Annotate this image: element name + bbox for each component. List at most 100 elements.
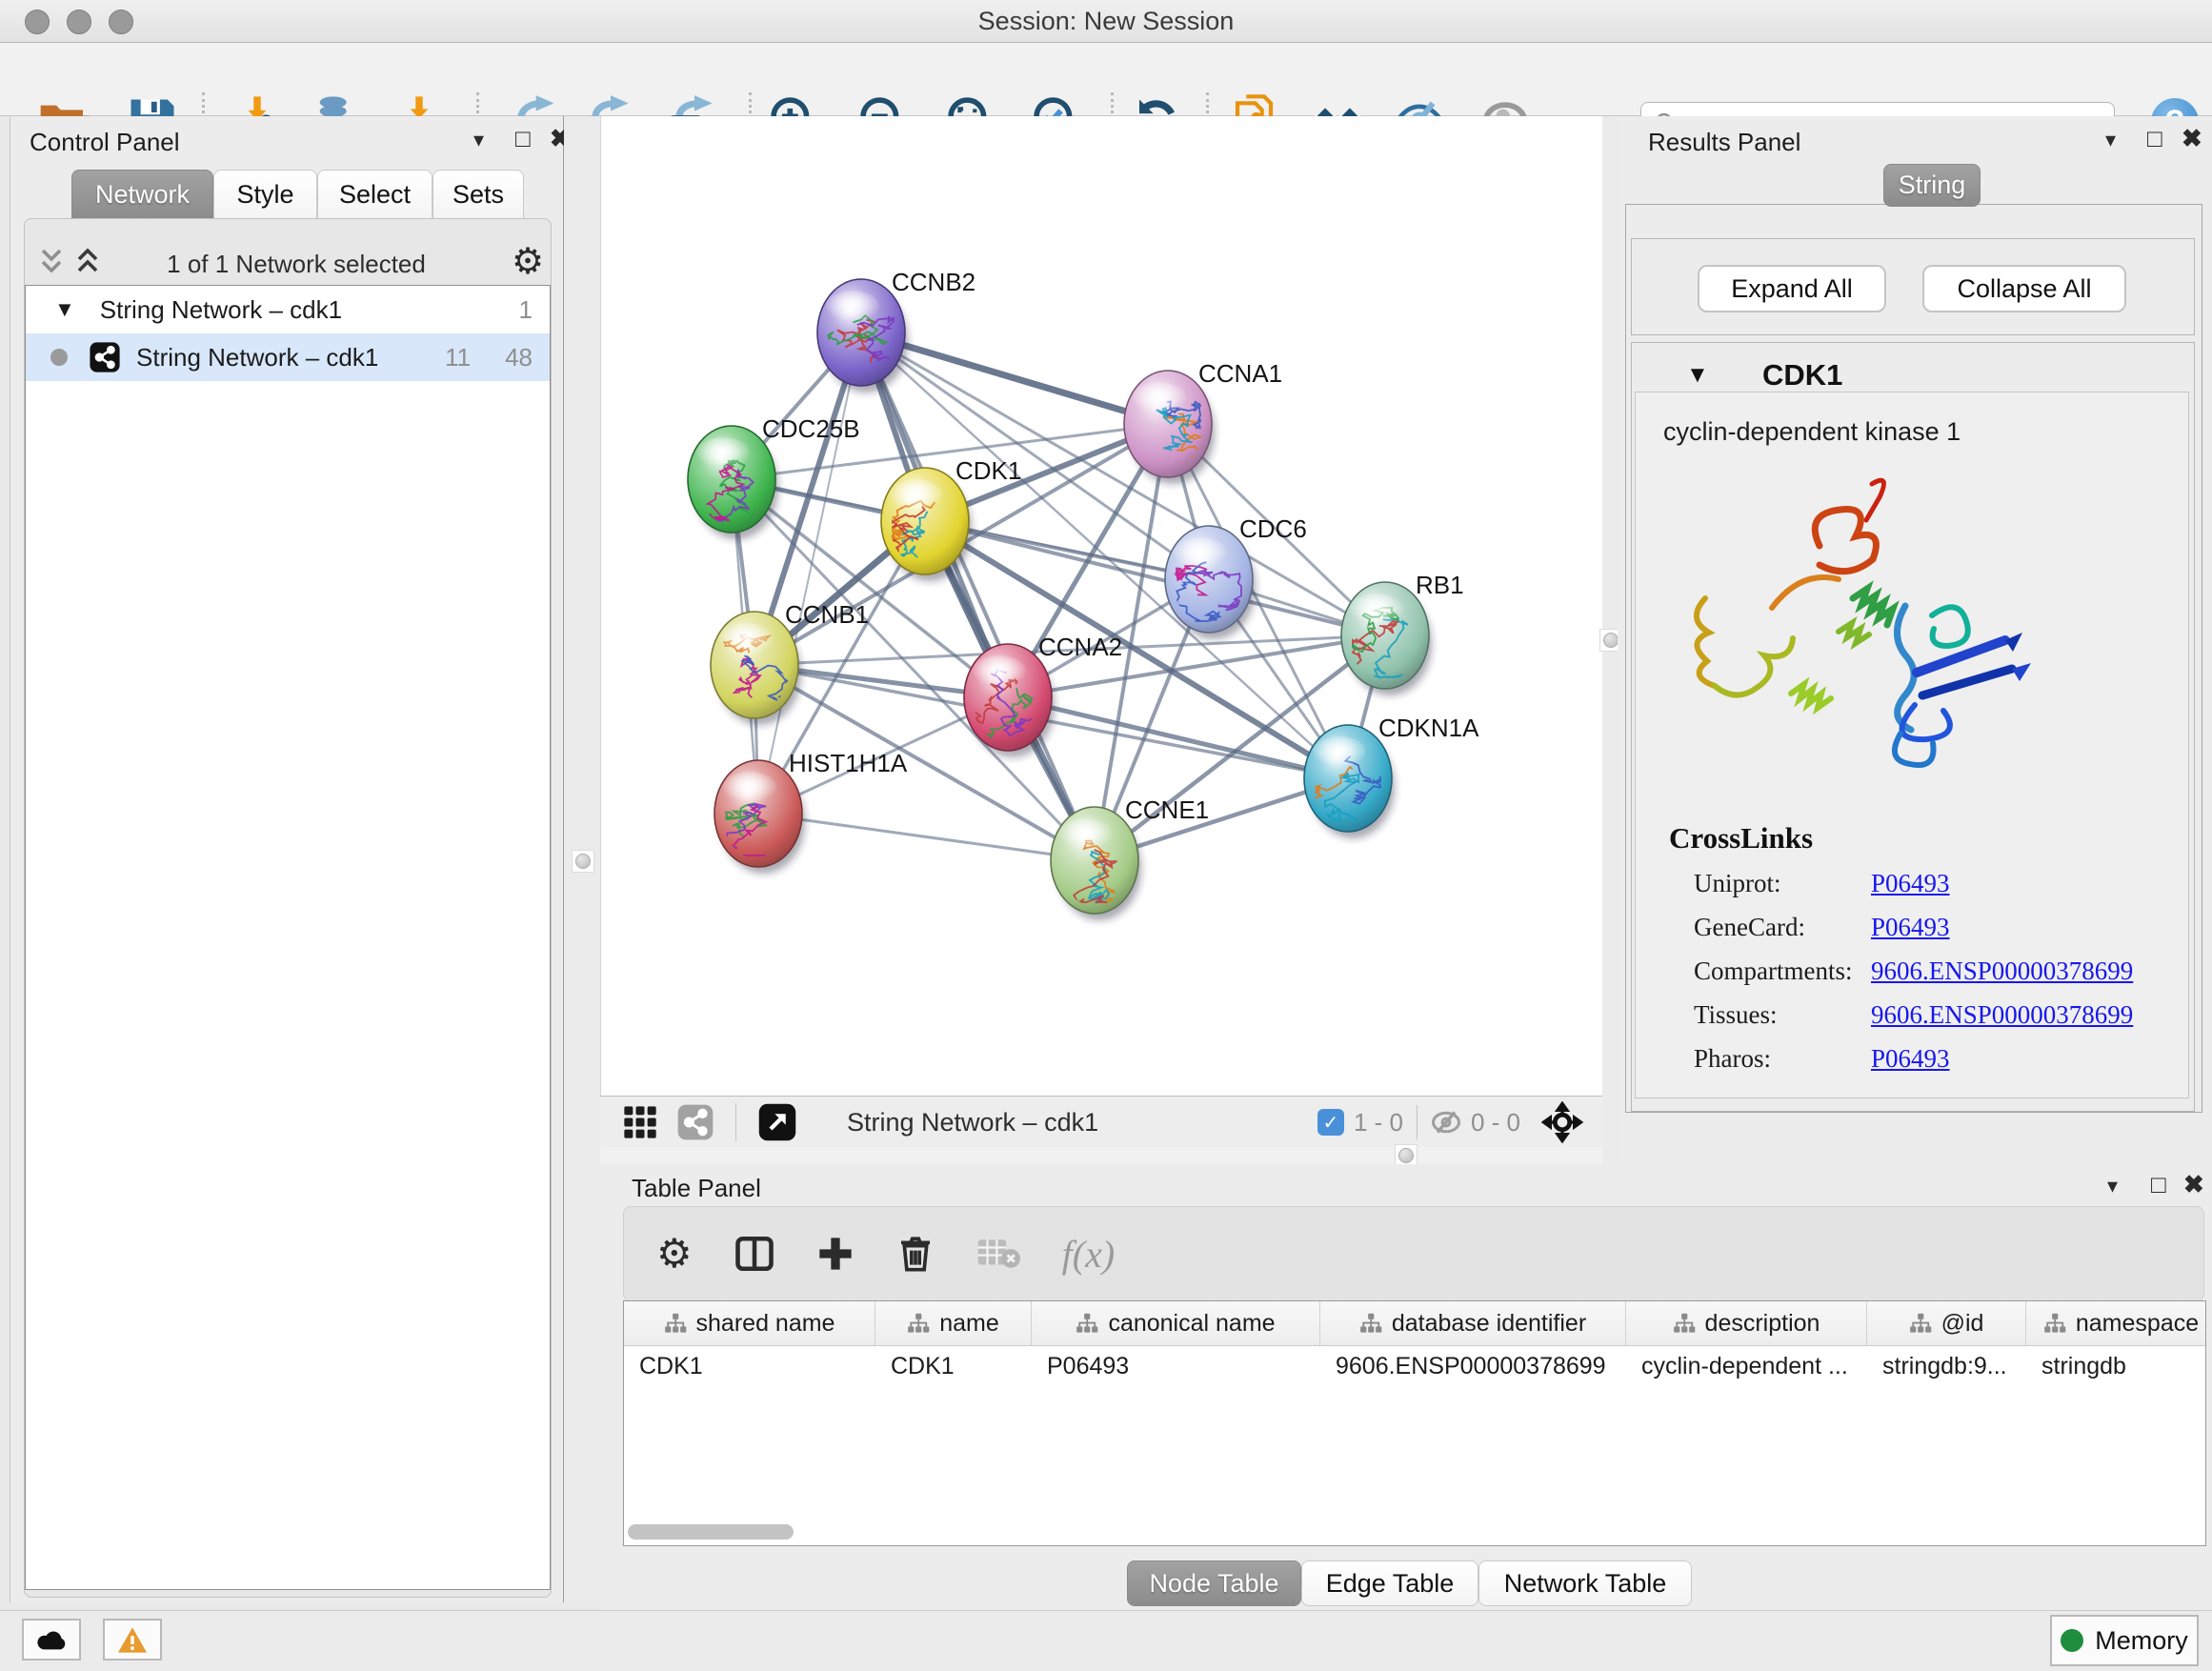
- crosslink-row: Compartments:9606.ENSP00000378699: [1694, 949, 2170, 993]
- control-panel-float-button[interactable]: ▾: [473, 130, 484, 151]
- splitter-grabber[interactable]: [572, 850, 594, 873]
- tab-sets[interactable]: Sets: [432, 170, 524, 219]
- crosslink-value-link[interactable]: P06493: [1871, 1044, 1950, 1074]
- tab-style[interactable]: Style: [213, 170, 317, 219]
- node-CCNA1[interactable]: CCNA1: [1124, 359, 1282, 484]
- table-panel-close-button[interactable]: ✖: [2183, 1172, 2204, 1197]
- horizontal-scrollbar[interactable]: [628, 1524, 794, 1540]
- crosslink-value-link[interactable]: 9606.ENSP00000378699: [1871, 1000, 2133, 1030]
- column-header-sharedname[interactable]: shared name: [624, 1301, 875, 1345]
- open-in-browser-button[interactable]: [757, 1102, 797, 1142]
- crosslink-row: Tissues:9606.ENSP00000378699: [1694, 993, 2170, 1037]
- column-header-canonicalname[interactable]: canonical name: [1032, 1301, 1320, 1345]
- delete-column-button[interactable]: [896, 1235, 935, 1273]
- expand-all-button[interactable]: Expand All: [1698, 265, 1886, 312]
- main-toolbar: ?: [0, 43, 2212, 116]
- crosslink-value-link[interactable]: P06493: [1871, 869, 1950, 898]
- collapse-all-networks-button[interactable]: [37, 246, 66, 283]
- node-CDK1[interactable]: CDK1: [881, 456, 1021, 581]
- network-tree-row-selected[interactable]: String Network – cdk1 11 48: [26, 333, 550, 381]
- crosslinks-heading: CrossLinks: [1669, 821, 1813, 856]
- warnings-button[interactable]: [103, 1619, 162, 1661]
- delete-table-button[interactable]: [976, 1236, 1020, 1272]
- table-panel-float-button[interactable]: ▾: [2107, 1176, 2118, 1197]
- status-bar: Memory: [0, 1610, 2212, 1671]
- network-view-toolbar: String Network – cdk1 ✓ 1 - 0 0 - 0: [600, 1096, 1602, 1149]
- collapse-all-button[interactable]: Collapse All: [1922, 265, 2126, 312]
- crosslink-value-link[interactable]: P06493: [1871, 913, 1950, 942]
- edge-CCNA2-CDKN1A[interactable]: [1008, 697, 1348, 778]
- show-columns-button[interactable]: [734, 1234, 774, 1274]
- control-panel-undock-button[interactable]: □: [515, 126, 531, 151]
- column-header-description[interactable]: description: [1626, 1301, 1867, 1345]
- left-panel-splitter[interactable]: [564, 116, 600, 1602]
- tab-network[interactable]: Network: [71, 170, 213, 219]
- node-CCNA2[interactable]: CCNA2: [964, 633, 1122, 757]
- column-header-label: canonical name: [1108, 1310, 1275, 1338]
- crosslink-label: Compartments:: [1694, 956, 1871, 986]
- table-cell: cyclin-dependent ...: [1626, 1346, 1867, 1386]
- node-HIST1H1A[interactable]: HIST1H1A: [714, 749, 908, 874]
- network-options-gear-button[interactable]: ⚙: [512, 240, 544, 283]
- birds-eye-view-button[interactable]: [621, 1103, 659, 1141]
- tab-edge-table[interactable]: Edge Table: [1301, 1560, 1478, 1606]
- title-bar: Session: New Session: [0, 0, 2212, 43]
- edge-CCNB2-CCNE1[interactable]: [861, 332, 1095, 860]
- tab-string[interactable]: String: [1883, 164, 1981, 207]
- node-label-RB1: RB1: [1416, 571, 1464, 599]
- network-view-title: String Network – cdk1: [847, 1108, 1317, 1137]
- horizontal-splitter[interactable]: [600, 1147, 1602, 1164]
- edge-HIST1H1A-CCNE1[interactable]: [758, 814, 1095, 860]
- tab-node-table[interactable]: Node Table: [1127, 1560, 1301, 1606]
- results-panel-float-button[interactable]: ▾: [2105, 130, 2116, 151]
- tree-expander-icon[interactable]: ▼: [54, 297, 75, 322]
- tab-select[interactable]: Select: [317, 170, 432, 219]
- node-CCNE1[interactable]: CCNE1: [1051, 795, 1209, 920]
- table-settings-gear-button[interactable]: ⚙: [656, 1234, 693, 1274]
- function-builder-button[interactable]: f(x): [1062, 1232, 1116, 1277]
- edge-CDK1-RB1[interactable]: [925, 521, 1385, 635]
- node-label-CCNA1: CCNA1: [1198, 359, 1282, 388]
- crosslink-row: Uniprot:P06493: [1694, 861, 2170, 905]
- expand-all-networks-button[interactable]: [73, 246, 102, 283]
- results-panel: Results Panel ▾ □ ✖ String Expand All Co…: [1618, 116, 2212, 1164]
- cloud-status-button[interactable]: [22, 1619, 81, 1661]
- edge-CCNB2-HIST1H1A[interactable]: [758, 332, 861, 814]
- node-label-CDC6: CDC6: [1239, 514, 1307, 543]
- tab-network-table[interactable]: Network Table: [1478, 1560, 1692, 1606]
- hidden-eye-slash-icon: [1429, 1105, 1463, 1139]
- right-panel-splitter[interactable]: [1602, 116, 1618, 1164]
- results-panel-undock-button[interactable]: □: [2147, 126, 2162, 151]
- column-header-label: database identifier: [1392, 1310, 1586, 1338]
- selected-checkbox-icon[interactable]: ✓: [1317, 1109, 1344, 1136]
- column-header-id[interactable]: @id: [1867, 1301, 2026, 1345]
- node-label-HIST1H1A: HIST1H1A: [789, 749, 908, 777]
- node-CCNB2[interactable]: CCNB2: [817, 268, 975, 393]
- results-panel-close-button[interactable]: ✖: [2182, 126, 2202, 151]
- protein-name: CDK1: [1762, 358, 1842, 393]
- node-CDC25B[interactable]: CDC25B: [688, 414, 860, 539]
- crosslink-label: GeneCard:: [1694, 913, 1871, 942]
- cloud-icon: [35, 1628, 68, 1651]
- network-tree-root-row[interactable]: ▼ String Network – cdk1 1: [26, 286, 550, 333]
- memory-status-button[interactable]: Memory: [2050, 1615, 2199, 1666]
- table-panel-undock-button[interactable]: □: [2151, 1172, 2166, 1197]
- add-column-button[interactable]: [816, 1235, 855, 1273]
- column-header-label: namespace: [2076, 1310, 2199, 1338]
- string-style-button[interactable]: [676, 1103, 714, 1141]
- pan-crosshair-button[interactable]: [1541, 1101, 1583, 1143]
- column-header-name[interactable]: name: [875, 1301, 1032, 1345]
- column-header-databaseidentifier[interactable]: database identifier: [1320, 1301, 1626, 1345]
- warning-icon: [118, 1627, 147, 1653]
- table-cell: CDK1: [624, 1346, 875, 1386]
- node-CDKN1A[interactable]: CDKN1A: [1304, 714, 1479, 838]
- crosslink-value-link[interactable]: 9606.ENSP00000378699: [1871, 956, 2133, 986]
- memory-label: Memory: [2095, 1626, 2188, 1656]
- protein-section-expander-icon[interactable]: ▼: [1686, 362, 1709, 389]
- column-header-namespace[interactable]: namespace: [2026, 1301, 2206, 1345]
- network-view-canvas[interactable]: CCNB2CCNA1CDC25BCDK1CDC6RB1CCNB1CCNA2CDK…: [600, 116, 1603, 1096]
- crosslink-row: Pharos:P06493: [1694, 1037, 2170, 1080]
- node-RB1[interactable]: RB1: [1341, 571, 1464, 695]
- node-count: 11: [445, 343, 471, 372]
- table-row[interactable]: CDK1CDK1P064939606.ENSP00000378699cyclin…: [624, 1346, 2205, 1386]
